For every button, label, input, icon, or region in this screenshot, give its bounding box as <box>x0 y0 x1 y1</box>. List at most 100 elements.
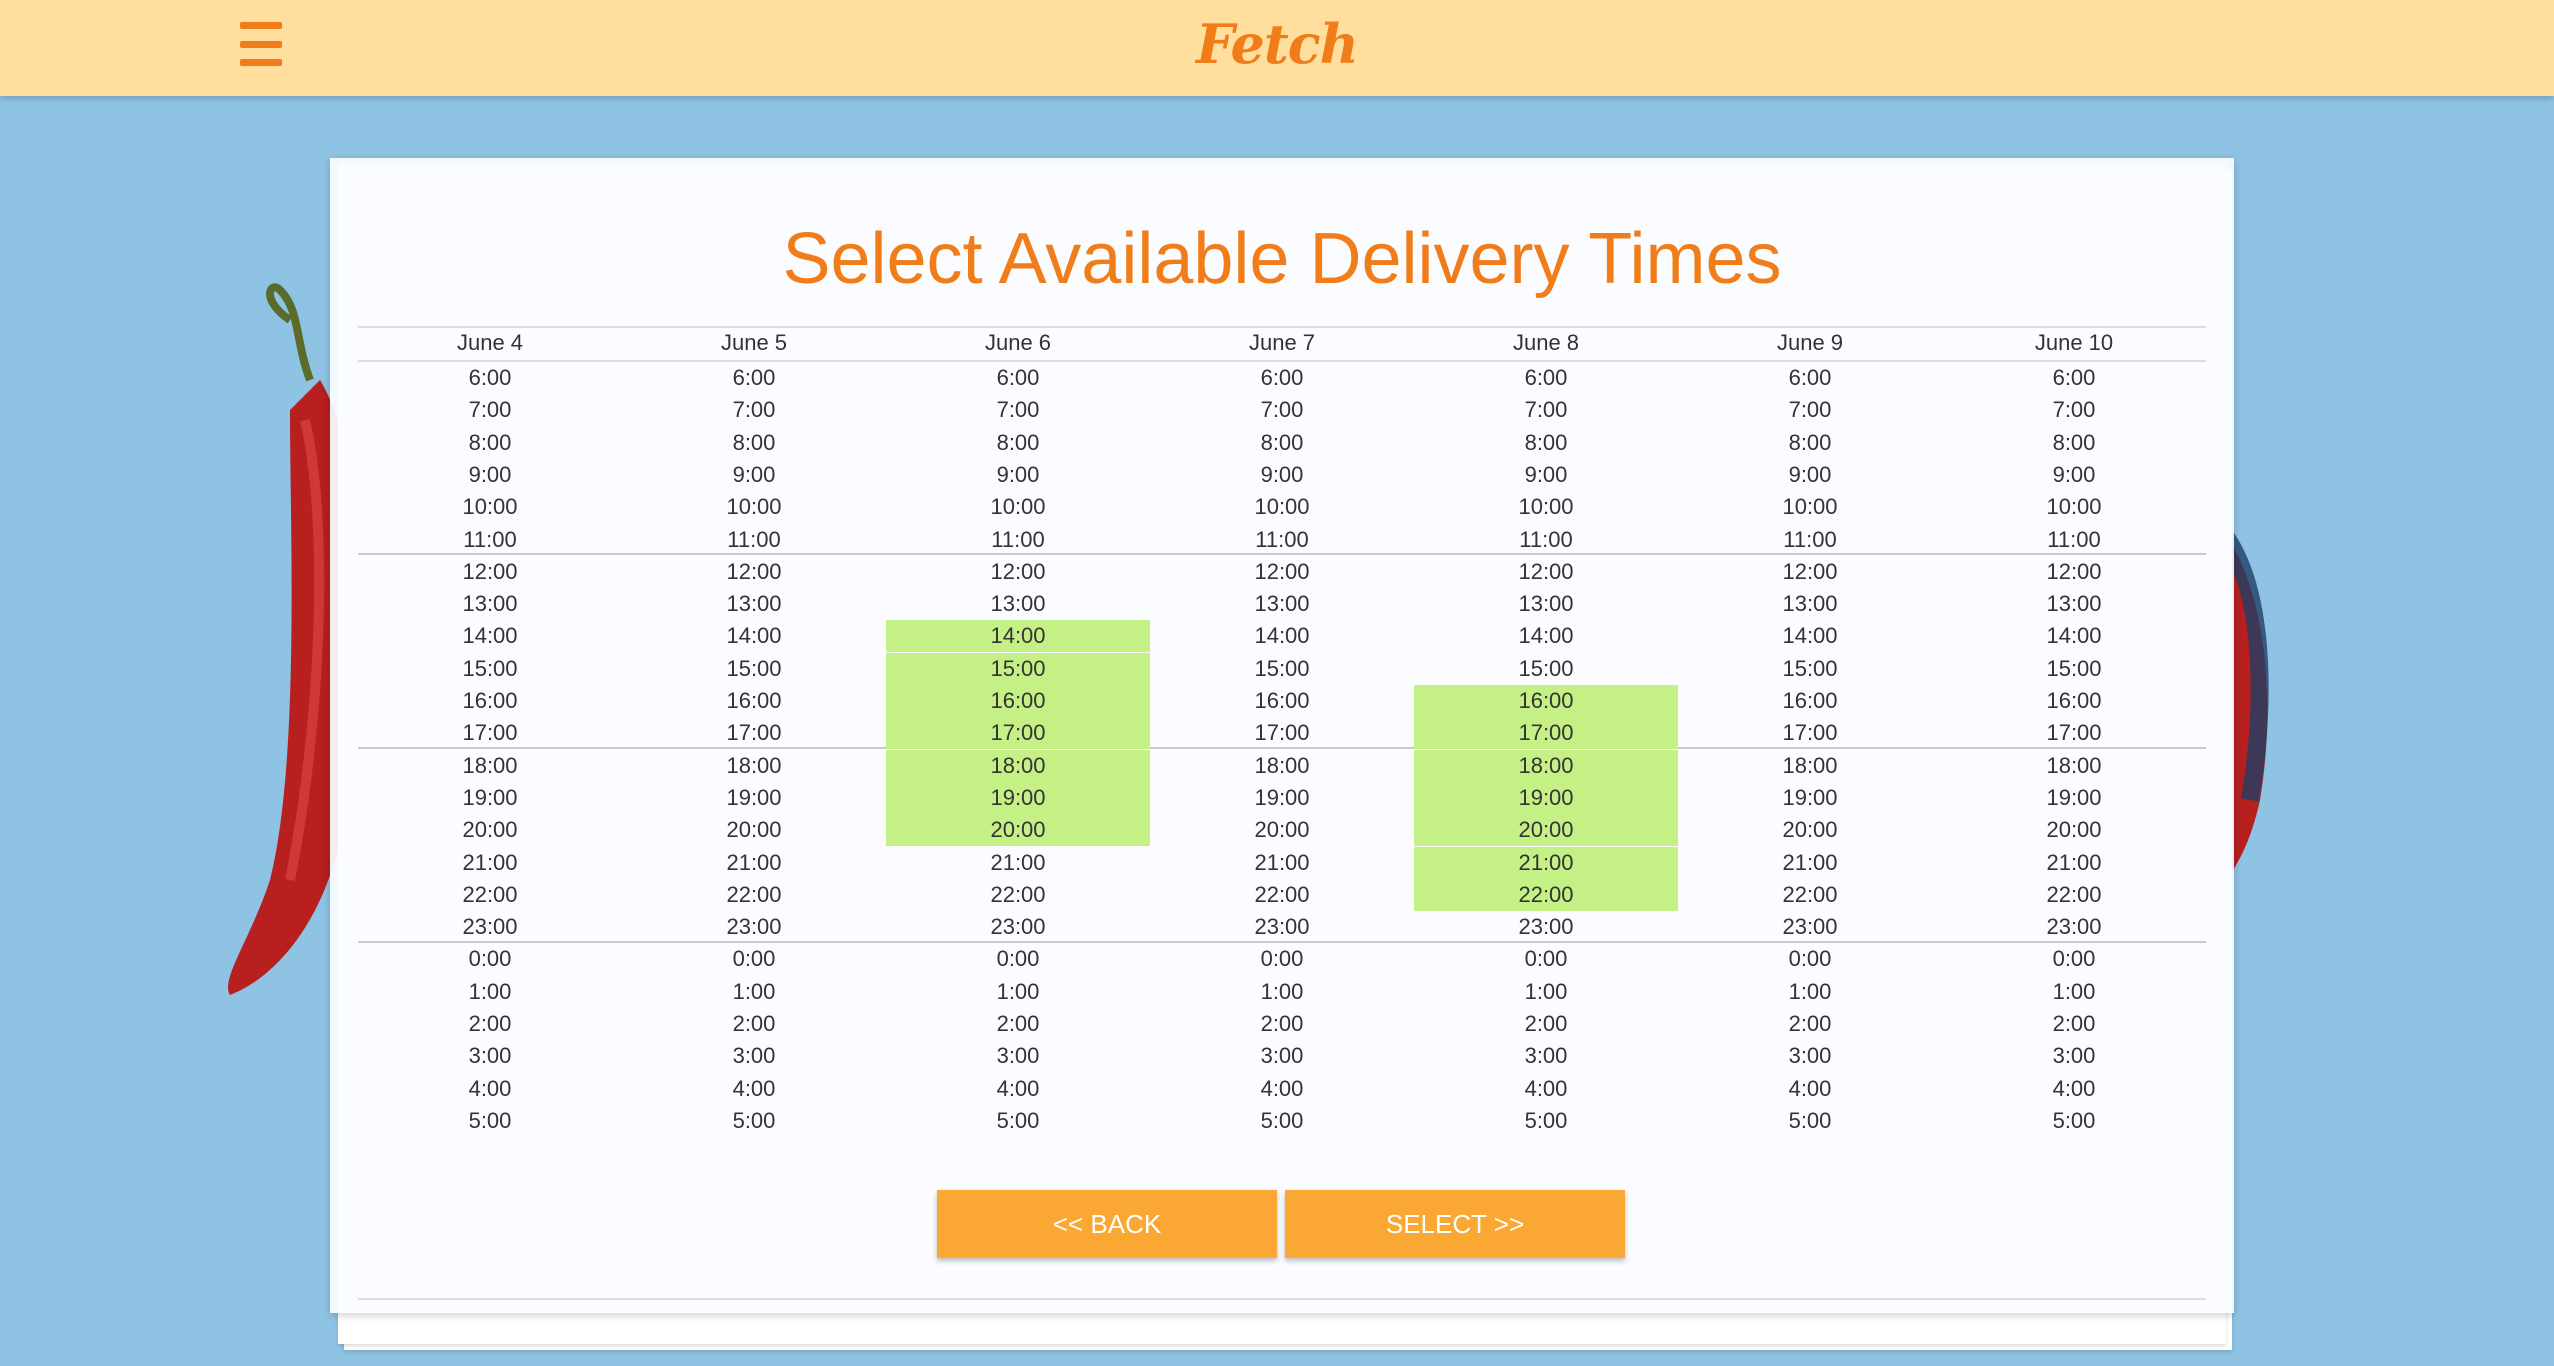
time-slot[interactable]: 7:00 <box>886 394 1150 426</box>
time-slot[interactable]: 4:00 <box>1678 1073 1942 1105</box>
time-slot[interactable]: 0:00 <box>1414 943 1678 975</box>
time-slot[interactable]: 9:00 <box>1942 459 2206 491</box>
time-slot[interactable]: 6:00 <box>358 362 622 394</box>
time-slot[interactable]: 10:00 <box>358 491 622 523</box>
time-slot[interactable]: 8:00 <box>886 427 1150 459</box>
time-slot[interactable]: 6:00 <box>622 362 886 394</box>
time-slot[interactable]: 3:00 <box>1942 1040 2206 1072</box>
time-slot[interactable]: 3:00 <box>1678 1040 1942 1072</box>
time-slot[interactable]: 12:00 <box>622 556 886 588</box>
time-slot[interactable]: 6:00 <box>1414 362 1678 394</box>
time-slot[interactable]: 11:00 <box>358 524 622 556</box>
time-slot[interactable]: 23:00 <box>622 911 886 943</box>
time-slot[interactable]: 5:00 <box>1678 1105 1942 1137</box>
time-slot[interactable]: 14:00 <box>1678 620 1942 652</box>
time-slot[interactable]: 5:00 <box>358 1105 622 1137</box>
time-slot[interactable]: 16:00 <box>622 685 886 717</box>
time-slot[interactable]: 18:00 <box>358 750 622 782</box>
time-slot[interactable]: 8:00 <box>1678 427 1942 459</box>
time-slot[interactable]: 15:00 <box>1678 653 1942 685</box>
time-slot[interactable]: 14:00 <box>358 620 622 652</box>
time-slot[interactable]: 0:00 <box>622 943 886 975</box>
time-slot[interactable]: 4:00 <box>622 1073 886 1105</box>
time-slot[interactable]: 16:00 <box>1942 685 2206 717</box>
time-slot[interactable]: 3:00 <box>886 1040 1150 1072</box>
time-slot[interactable]: 8:00 <box>622 427 886 459</box>
time-slot[interactable]: 3:00 <box>1414 1040 1678 1072</box>
time-slot[interactable]: 23:00 <box>1414 911 1678 943</box>
time-slot[interactable]: 1:00 <box>1150 976 1414 1008</box>
time-slot[interactable]: 2:00 <box>886 1008 1150 1040</box>
time-slot[interactable]: 1:00 <box>1678 976 1942 1008</box>
select-button[interactable]: SELECT >> <box>1285 1190 1625 1258</box>
time-slot[interactable]: 16:00 <box>358 685 622 717</box>
time-slot[interactable]: 21:00 <box>1678 847 1942 879</box>
time-slot[interactable]: 12:00 <box>1414 556 1678 588</box>
time-slot[interactable]: 20:00 <box>1678 814 1942 846</box>
time-slot[interactable]: 17:00 <box>622 717 886 749</box>
time-slot[interactable]: 7:00 <box>358 394 622 426</box>
time-slot[interactable]: 18:00 <box>1678 750 1942 782</box>
time-slot[interactable]: 20:00 <box>1150 814 1414 846</box>
time-slot[interactable]: 1:00 <box>1942 976 2206 1008</box>
time-slot[interactable]: 9:00 <box>1678 459 1942 491</box>
time-slot[interactable]: 21:00 <box>1942 847 2206 879</box>
time-slot[interactable]: 5:00 <box>622 1105 886 1137</box>
time-slot[interactable]: 9:00 <box>886 459 1150 491</box>
time-slot[interactable]: 12:00 <box>886 556 1150 588</box>
time-slot[interactable]: 14:00 <box>622 620 886 652</box>
time-slot[interactable]: 14:00 <box>886 620 1150 653</box>
time-slot[interactable]: 4:00 <box>886 1073 1150 1105</box>
time-slot[interactable]: 4:00 <box>1414 1073 1678 1105</box>
time-slot[interactable]: 9:00 <box>1150 459 1414 491</box>
time-slot[interactable]: 17:00 <box>886 717 1150 750</box>
time-slot[interactable]: 8:00 <box>1942 427 2206 459</box>
time-slot[interactable]: 10:00 <box>1678 491 1942 523</box>
time-slot[interactable]: 23:00 <box>1678 911 1942 943</box>
time-slot[interactable]: 2:00 <box>1414 1008 1678 1040</box>
time-slot[interactable]: 9:00 <box>1414 459 1678 491</box>
time-slot[interactable]: 6:00 <box>886 362 1150 394</box>
time-slot[interactable]: 17:00 <box>1414 717 1678 750</box>
time-slot[interactable]: 9:00 <box>358 459 622 491</box>
time-slot[interactable]: 15:00 <box>1414 653 1678 685</box>
time-slot[interactable]: 8:00 <box>358 427 622 459</box>
time-slot[interactable]: 17:00 <box>1678 717 1942 749</box>
time-slot[interactable]: 6:00 <box>1942 362 2206 394</box>
time-slot[interactable]: 12:00 <box>358 556 622 588</box>
time-slot[interactable]: 8:00 <box>1414 427 1678 459</box>
time-slot[interactable]: 10:00 <box>1414 491 1678 523</box>
time-slot[interactable]: 21:00 <box>1414 846 1678 879</box>
time-slot[interactable]: 10:00 <box>1942 491 2206 523</box>
time-slot[interactable]: 17:00 <box>1150 717 1414 749</box>
time-slot[interactable]: 19:00 <box>358 782 622 814</box>
time-slot[interactable]: 21:00 <box>622 847 886 879</box>
time-slot[interactable]: 6:00 <box>1678 362 1942 394</box>
time-slot[interactable]: 14:00 <box>1414 620 1678 652</box>
time-slot[interactable]: 17:00 <box>358 717 622 749</box>
time-slot[interactable]: 13:00 <box>886 588 1150 620</box>
time-slot[interactable]: 15:00 <box>1150 653 1414 685</box>
time-slot[interactable]: 18:00 <box>622 750 886 782</box>
time-slot[interactable]: 16:00 <box>1414 685 1678 717</box>
time-slot[interactable]: 11:00 <box>1414 524 1678 556</box>
time-slot[interactable]: 12:00 <box>1150 556 1414 588</box>
time-slot[interactable]: 7:00 <box>1942 394 2206 426</box>
time-slot[interactable]: 19:00 <box>886 781 1150 814</box>
time-slot[interactable]: 2:00 <box>358 1008 622 1040</box>
time-slot[interactable]: 4:00 <box>1150 1073 1414 1105</box>
time-slot[interactable]: 12:00 <box>1942 556 2206 588</box>
time-slot[interactable]: 11:00 <box>1678 524 1942 556</box>
time-slot[interactable]: 22:00 <box>1414 878 1678 911</box>
time-slot[interactable]: 20:00 <box>622 814 886 846</box>
time-slot[interactable]: 15:00 <box>1942 653 2206 685</box>
time-slot[interactable]: 10:00 <box>886 491 1150 523</box>
time-slot[interactable]: 14:00 <box>1942 620 2206 652</box>
time-slot[interactable]: 18:00 <box>1942 750 2206 782</box>
time-slot[interactable]: 21:00 <box>886 847 1150 879</box>
time-slot[interactable]: 18:00 <box>886 749 1150 782</box>
time-slot[interactable]: 20:00 <box>886 814 1150 847</box>
time-slot[interactable]: 23:00 <box>1942 911 2206 943</box>
time-slot[interactable]: 19:00 <box>1678 782 1942 814</box>
time-slot[interactable]: 23:00 <box>886 911 1150 943</box>
